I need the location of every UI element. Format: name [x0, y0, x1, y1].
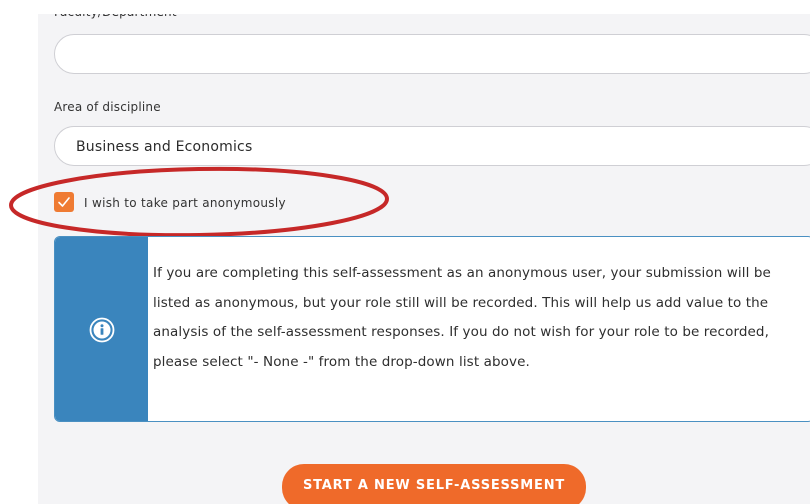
checkmark-icon	[58, 197, 70, 207]
info-message: If you are completing this self-assessme…	[153, 265, 771, 370]
anonymous-checkbox[interactable]	[54, 192, 74, 212]
info-icon	[89, 317, 115, 343]
page: Faculty/Department Area of discipline Bu…	[0, 0, 810, 504]
faculty-department-label: Faculty/Department	[54, 5, 177, 19]
info-side-bar	[55, 237, 148, 421]
faculty-department-input[interactable]	[54, 34, 810, 74]
area-of-discipline-value: Business and Economics	[76, 139, 253, 155]
anonymous-info-box: If you are completing this self-assessme…	[54, 236, 810, 422]
area-of-discipline-label: Area of discipline	[54, 100, 161, 114]
anonymous-checkbox-label: I wish to take part anonymously	[84, 196, 286, 210]
area-of-discipline-select[interactable]: Business and Economics	[54, 126, 810, 166]
start-new-self-assessment-button[interactable]: START A NEW SELF-ASSESSMENT	[282, 464, 586, 504]
